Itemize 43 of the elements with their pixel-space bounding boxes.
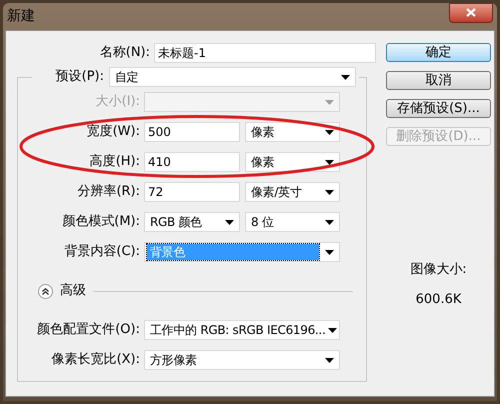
dropdown[interactable]: 方形像素 (144, 350, 340, 370)
field-label: 高度(H): (88, 153, 141, 172)
dialog-button[interactable]: 取消 (386, 71, 491, 90)
caret-icon (341, 74, 350, 80)
dropdown[interactable]: 像素/英寸 (245, 182, 340, 202)
collapse-button[interactable] (38, 284, 53, 298)
caret-icon (325, 160, 334, 164)
input-field[interactable]: 72 (144, 182, 240, 202)
field-label: 颜色配置文件(O): (36, 321, 141, 340)
caret-icon (325, 190, 334, 194)
close-icon (466, 8, 476, 17)
input-field[interactable]: 未标题-1 (154, 43, 376, 63)
caret-icon (325, 358, 334, 362)
input-field[interactable]: 500 (144, 122, 240, 142)
field-label: 预设(P): (54, 68, 105, 86)
dropdown[interactable]: RGB 颜色 (144, 212, 240, 232)
dropdown[interactable]: 像素 (245, 152, 340, 172)
field-label: 像素长宽比(X): (50, 351, 141, 370)
caret-icon (325, 250, 334, 254)
field-label: 宽度(W): (86, 123, 141, 142)
dropdown[interactable]: 工作中的 RGB: sRGB IEC6196... (144, 320, 340, 340)
caret-icon (328, 328, 338, 332)
dropdown[interactable]: 8 位 (245, 212, 340, 232)
caret-icon (225, 220, 234, 224)
chevron-up-icon (42, 288, 49, 294)
field-label: 分辨率(R): (76, 183, 141, 202)
field-label: 背景内容(C): (63, 243, 141, 262)
dialog-button[interactable]: 存储预设(S)... (386, 99, 491, 118)
image-size-label: 图像大小: (410, 261, 467, 279)
window-title: 新建 (7, 7, 35, 26)
dialog-button[interactable]: 确定 (386, 43, 491, 62)
field-label: 大小(I): (94, 93, 141, 112)
section-label: 高级 (60, 282, 86, 300)
caret-icon (325, 130, 334, 134)
caret-icon (325, 220, 334, 224)
dropdown[interactable]: 像素 (245, 122, 340, 142)
field-label: 颜色模式(M): (61, 213, 141, 232)
dropdown[interactable]: 自定 (109, 67, 356, 87)
close-button[interactable] (449, 2, 493, 22)
input-field[interactable]: 410 (144, 152, 240, 172)
field-label: 名称(N): (98, 44, 151, 62)
caret-icon (325, 100, 334, 104)
image-size-value: 600.6K (416, 290, 462, 308)
